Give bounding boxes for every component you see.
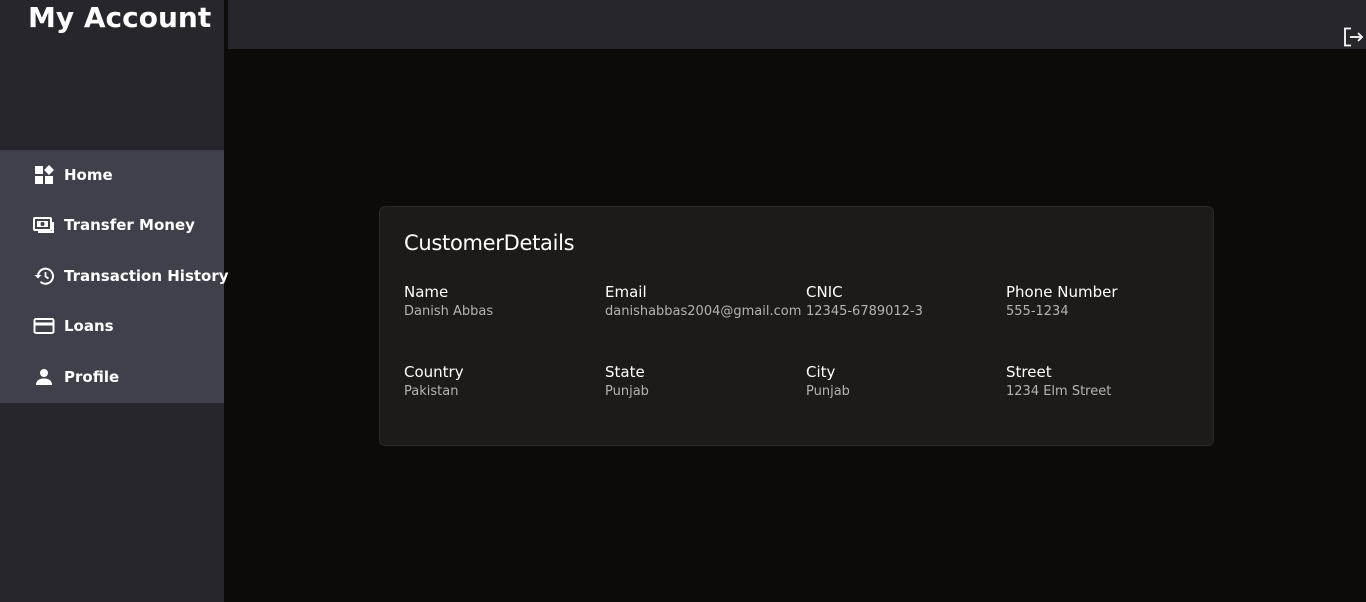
credit-card-icon [33, 315, 55, 337]
field-cnic: CNIC 12345-6789012-3 [806, 282, 1001, 321]
field-email: Email danishabbas2004@gmail.com [605, 282, 802, 321]
top-bar [228, 0, 1366, 49]
sidebar-item-label: Home [64, 166, 113, 184]
person-icon [33, 366, 55, 388]
field-value: Danish Abbas [404, 304, 494, 319]
field-value: danishabbas2004@gmail.com [605, 304, 802, 319]
sidebar-item-transaction-history[interactable]: Transaction History [0, 251, 229, 301]
card-title: CustomerDetails [404, 231, 575, 255]
history-icon [33, 265, 55, 287]
sidebar-item-label: Profile [64, 368, 120, 386]
field-value: Punjab [605, 384, 649, 399]
logout-icon[interactable] [1342, 26, 1364, 48]
sidebar-item-label: Loans [64, 317, 114, 335]
field-value: Punjab [806, 384, 850, 399]
app-title: My Account [28, 1, 212, 34]
field-street: Street 1234 Elm Street [1006, 362, 1201, 401]
sidebar: My Account Home Transfer Money Transacti… [0, 0, 229, 602]
sidebar-nav: Home Transfer Money Transaction History … [0, 150, 229, 403]
sidebar-item-label: Transfer Money [64, 216, 195, 234]
sidebar-item-label: Transaction History [64, 267, 229, 285]
field-name: Name Danish Abbas [404, 282, 599, 321]
field-state: State Punjab [605, 362, 800, 401]
field-city: City Punjab [806, 362, 1001, 401]
sidebar-item-home[interactable]: Home [0, 150, 224, 200]
field-label: Phone Number [1006, 283, 1118, 301]
field-country: Country Pakistan [404, 362, 599, 401]
field-label: Country [404, 363, 464, 381]
field-phone-number: Phone Number 555-1234 [1006, 282, 1201, 321]
money-transfer-icon [33, 214, 55, 236]
field-value: Pakistan [404, 384, 459, 399]
sidebar-item-transfer-money[interactable]: Transfer Money [0, 200, 224, 250]
field-label: CNIC [806, 283, 843, 301]
sidebar-item-loans[interactable]: Loans [0, 301, 224, 351]
field-value: 12345-6789012-3 [806, 304, 923, 319]
customer-details-card: CustomerDetails Name Danish Abbas Email … [379, 206, 1214, 446]
field-value: 555-1234 [1006, 304, 1069, 319]
field-label: Street [1006, 363, 1052, 381]
field-value: 1234 Elm Street [1006, 384, 1112, 399]
field-label: State [605, 363, 645, 381]
sidebar-item-profile[interactable]: Profile [0, 352, 224, 402]
field-label: City [806, 363, 836, 381]
field-label: Email [605, 283, 647, 301]
field-label: Name [404, 283, 449, 301]
dashboard-icon [33, 164, 55, 186]
